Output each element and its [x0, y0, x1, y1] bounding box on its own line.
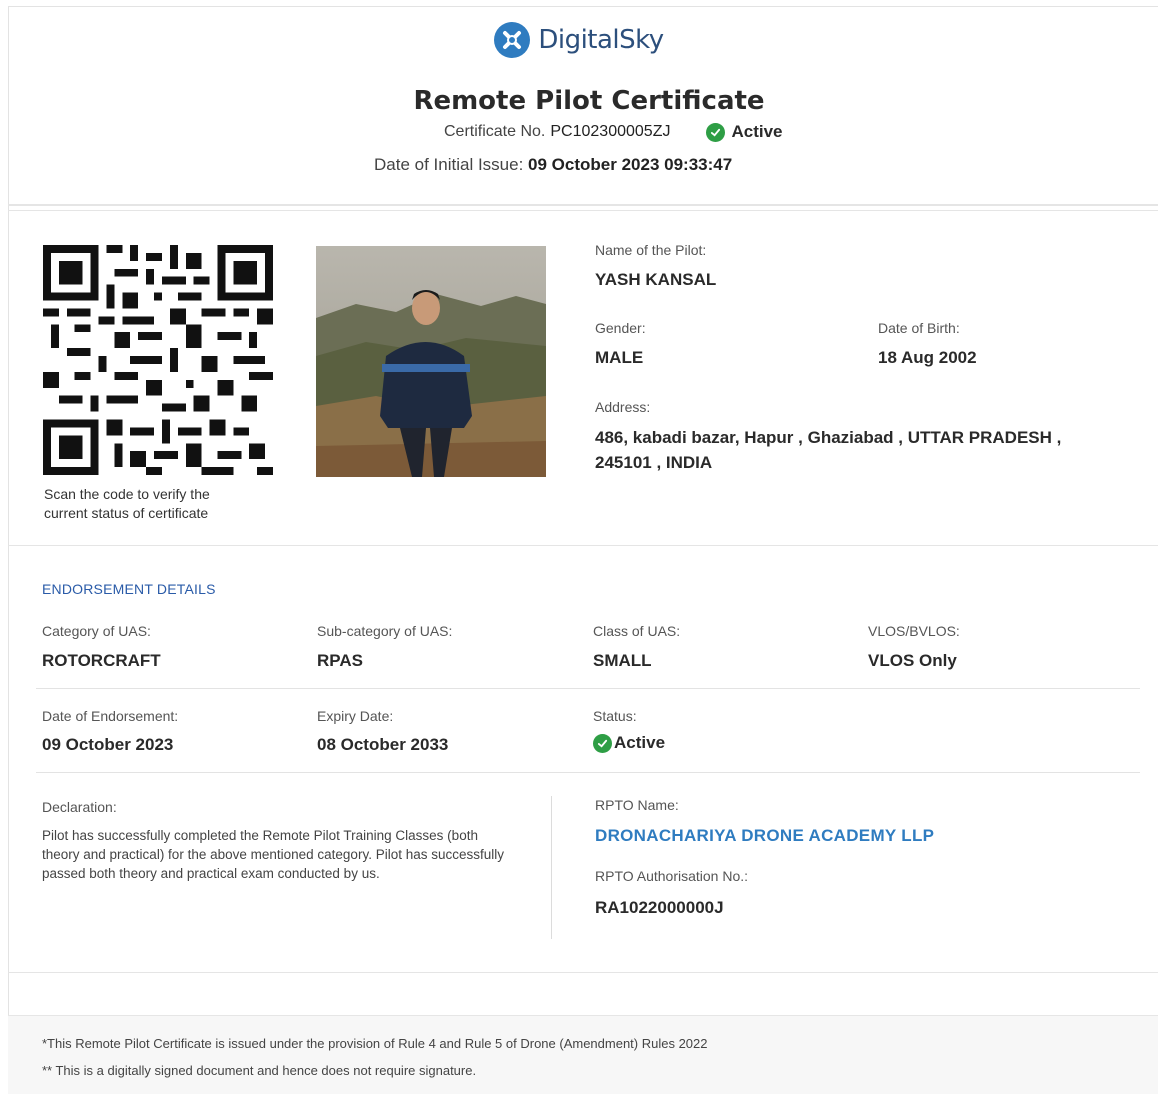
endorsement-status-text: Active [614, 733, 666, 752]
check-circle-icon [706, 122, 726, 142]
dob-label: Date of Birth: [878, 320, 960, 336]
pilot-photo [316, 246, 546, 477]
check-circle-icon [593, 733, 612, 753]
address-line: 486, kabadi bazar, Hapur , Ghaziabad , U… [595, 428, 1062, 447]
dob-value: 18 Aug 2002 [878, 348, 977, 367]
gender-value: MALE [595, 348, 644, 367]
rpto-auth-number: RA1022000000J [595, 898, 724, 917]
declaration-label: Declaration: [42, 799, 117, 815]
endorsement-section-title: ENDORSEMENT DETAILS [42, 581, 216, 597]
status-label: Status: [593, 708, 637, 724]
rpto-name-label: RPTO Name: [595, 797, 679, 813]
class-value: SMALL [593, 651, 652, 670]
qr-caption-line: current status of certificate [44, 505, 209, 521]
class-label: Class of UAS: [593, 623, 681, 639]
vlos-value: VLOS Only [868, 651, 957, 670]
vertical-divider [551, 796, 552, 939]
row-divider [36, 772, 1140, 773]
status-badge: Active [706, 122, 783, 142]
pilot-name-label: Name of the Pilot: [595, 242, 707, 258]
status-text: Active [731, 122, 783, 141]
qr-caption-line: Scan the code to verify the [44, 486, 210, 502]
declaration-text: Pilot has successfully completed the Rem… [42, 828, 504, 881]
category-value: ROTORCRAFT [42, 651, 161, 670]
digitalsky-logo-icon [494, 22, 531, 58]
rpto-auth-label: RPTO Authorisation No.: [595, 868, 749, 884]
issue-label: Date of Initial Issue: [374, 155, 524, 174]
footer-note: ** This is a digitally signed document a… [42, 1063, 477, 1078]
qr-caption: Scan the code to verify the current stat… [44, 485, 274, 523]
footer-note: *This Remote Pilot Certificate is issued… [42, 1036, 708, 1051]
address-label: Address: [595, 399, 651, 415]
brand-name: DigitalSky [538, 25, 664, 55]
endorsement-date-value: 09 October 2023 [42, 735, 174, 754]
divider [8, 210, 1158, 211]
certificate-title: Remote Pilot Certificate [413, 86, 765, 116]
divider [8, 545, 1158, 546]
vlos-label: VLOS/BVLOS: [868, 623, 960, 639]
initial-issue-row: Date of Initial Issue: 09 October 2023 0… [374, 155, 732, 175]
expiry-date-value: 08 October 2033 [317, 735, 449, 754]
footer-notes: *This Remote Pilot Certificate is issued… [8, 1015, 1158, 1094]
expiry-date-label: Expiry Date: [317, 708, 394, 724]
divider [8, 204, 1158, 206]
address-line: 245101 , INDIA [595, 453, 713, 472]
subcategory-value: RPAS [317, 651, 363, 670]
status-value: Active [593, 733, 665, 753]
issue-date: 09 October 2023 09:33:47 [528, 155, 733, 174]
category-label: Category of UAS: [42, 623, 151, 639]
subcategory-label: Sub-category of UAS: [317, 623, 453, 639]
pilot-name: YASH KANSAL [595, 270, 717, 289]
endorsement-date-label: Date of Endorsement: [42, 708, 179, 724]
rpto-name: DRONACHARIYA DRONE ACADEMY LLP [595, 826, 935, 845]
divider [8, 972, 1158, 973]
certificate-number-row: Certificate No. PC102300005ZJ Active [444, 122, 783, 142]
gender-label: Gender: [595, 320, 646, 336]
certificate-number-label: Certificate No. [444, 123, 546, 140]
brand-header: DigitalSky [0, 22, 1158, 58]
certificate-number: PC102300005ZJ [550, 123, 671, 140]
qr-code[interactable] [43, 244, 273, 476]
row-divider [36, 688, 1140, 689]
